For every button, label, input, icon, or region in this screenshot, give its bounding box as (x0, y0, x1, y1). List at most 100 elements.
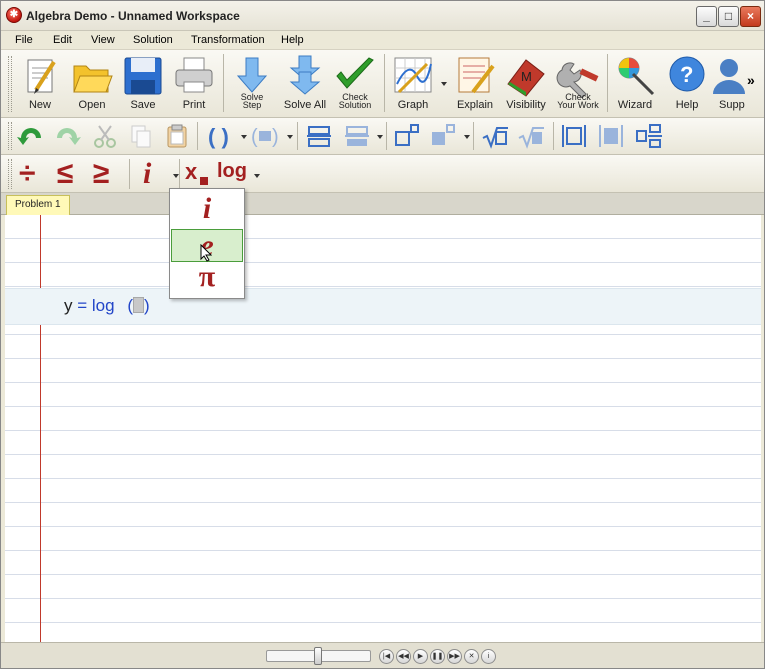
close-button[interactable]: × (740, 6, 761, 27)
paste-clipboard-icon[interactable] (163, 122, 191, 150)
cut-scissors-icon[interactable] (91, 122, 119, 150)
menu-transformation[interactable]: Transformation (191, 34, 265, 46)
dropdown-item-pi[interactable]: π (171, 261, 243, 294)
exponent-icon[interactable] (393, 122, 421, 150)
redo-icon[interactable] (53, 122, 81, 150)
playback-slider-thumb[interactable] (314, 647, 322, 665)
menu-solution[interactable]: Solution (133, 34, 173, 46)
imaginary-i-button[interactable]: i (143, 157, 151, 191)
pause-icon[interactable]: ❚❚ (430, 649, 445, 664)
toolbar-separator (297, 122, 298, 150)
check-your-work-button[interactable]: Check Your Work (552, 52, 604, 114)
floppy-disk-icon (124, 57, 162, 95)
math-symbols-toolbar: ÷ ≤ ≥ i x log (1, 155, 764, 193)
square-root-icon[interactable] (481, 122, 509, 150)
tab-problem-1[interactable]: Problem 1 (6, 195, 70, 215)
toolbar-separator (386, 122, 387, 150)
problem-workspace[interactable]: y = log () (5, 215, 761, 642)
problem-tab-strip: Problem 1 (1, 193, 764, 215)
app-logo-icon: ✱ (6, 7, 22, 23)
support-label: Supp (719, 99, 745, 111)
toolbar-separator (553, 122, 554, 150)
log-button[interactable]: log (217, 160, 247, 183)
help-button[interactable]: ? Help (663, 52, 711, 114)
play-icon[interactable]: ▶ (413, 649, 428, 664)
log-dropdown-arrow-icon[interactable] (254, 174, 260, 178)
parentheses-dropdown-arrow-icon[interactable] (241, 135, 247, 139)
menu-view[interactable]: View (91, 34, 115, 46)
menu-help[interactable]: Help (281, 34, 304, 46)
subscript-box-icon (200, 177, 208, 185)
info-icon[interactable]: i (481, 649, 496, 664)
equation-lhs[interactable]: y (64, 296, 73, 315)
explain-button[interactable]: Explain (451, 52, 499, 114)
title-bar[interactable]: ✱ Algebra Demo - Unnamed Workspace _ □ × (1, 1, 764, 31)
print-button[interactable]: Print (171, 52, 217, 114)
minimize-button[interactable]: _ (696, 6, 717, 27)
playback-slider[interactable] (266, 647, 371, 665)
divide-button[interactable]: ÷ (19, 157, 35, 191)
fraction-filled-icon[interactable] (343, 122, 371, 150)
bracket-box-icon[interactable]: () (251, 122, 279, 150)
mixed-number-icon[interactable] (635, 122, 663, 150)
down-arrows-all-icon (289, 55, 321, 95)
fraction-dropdown-arrow-icon[interactable] (377, 135, 383, 139)
square-root-filled-icon[interactable] (517, 122, 545, 150)
fraction-icon[interactable] (305, 122, 333, 150)
maximize-button[interactable]: □ (718, 6, 739, 27)
menu-edit[interactable]: Edit (53, 34, 72, 46)
equation-close-paren: ) (144, 296, 150, 315)
subscript-button[interactable]: x (185, 159, 197, 185)
visibility-button[interactable]: M Visibility (501, 52, 551, 114)
exponent-dropdown-arrow-icon[interactable] (464, 135, 470, 139)
dropdown-item-i[interactable]: i (171, 193, 243, 226)
save-button[interactable]: Save (119, 52, 167, 114)
undo-icon[interactable] (17, 122, 45, 150)
toolbar-overflow-button[interactable]: » (747, 72, 755, 88)
toolbar-separator (473, 122, 474, 150)
printer-icon (175, 57, 213, 93)
menu-file[interactable]: File (15, 34, 33, 46)
absolute-value-icon[interactable] (560, 122, 588, 150)
parentheses-icon[interactable]: ( ) (205, 122, 233, 150)
graph-label: Graph (397, 99, 429, 111)
check-work-label-2: Your Work (557, 100, 599, 110)
svg-text:( ): ( ) (208, 124, 229, 149)
toolbar-grip[interactable] (8, 159, 12, 189)
window-title: Algebra Demo - Unnamed Workspace (26, 9, 240, 23)
equation-log[interactable]: log (92, 296, 115, 315)
solve-step-button[interactable]: Solve Step (229, 52, 275, 114)
structure-toolbar: ( ) () (1, 118, 764, 155)
less-equal-button[interactable]: ≤ (57, 157, 73, 191)
app-window: ✱ Algebra Demo - Unnamed Workspace _ □ ×… (0, 0, 765, 669)
folder-icon (73, 65, 113, 93)
copy-icon[interactable] (127, 122, 155, 150)
exponent-filled-icon[interactable] (429, 122, 457, 150)
graph-button[interactable]: Graph (389, 52, 437, 114)
wizard-button[interactable]: Wizard (611, 52, 659, 114)
absolute-value-filled-icon[interactable] (597, 122, 625, 150)
check-solution-label-2: Solution (338, 100, 372, 110)
toolbar-grip[interactable] (8, 122, 12, 150)
menu-bar: File Edit View Solution Transformation H… (1, 31, 764, 50)
greater-equal-button[interactable]: ≥ (93, 157, 109, 191)
open-button[interactable]: Open (67, 52, 117, 114)
help-question-icon: ? (669, 56, 705, 92)
save-label: Save (130, 99, 156, 111)
solve-all-label: Solve All (283, 99, 327, 111)
graph-dropdown-arrow-icon[interactable] (441, 82, 447, 86)
equation-input-placeholder[interactable] (133, 297, 144, 313)
toolbar-grip[interactable] (8, 56, 12, 112)
fast-forward-icon[interactable]: ▶▶ (447, 649, 462, 664)
check-solution-button[interactable]: Check Solution (331, 52, 379, 114)
bracket-dropdown-arrow-icon[interactable] (287, 135, 293, 139)
equation[interactable]: y = log () (64, 296, 150, 316)
explain-label: Explain (456, 99, 494, 111)
skip-start-icon[interactable]: |◀ (379, 649, 394, 664)
support-button[interactable]: Supp (713, 52, 749, 114)
svg-text:M: M (521, 69, 532, 84)
solve-all-button[interactable]: Solve All (281, 52, 329, 114)
stop-icon[interactable]: ✕ (464, 649, 479, 664)
rewind-icon[interactable]: ◀◀ (396, 649, 411, 664)
new-button[interactable]: New (17, 52, 63, 114)
